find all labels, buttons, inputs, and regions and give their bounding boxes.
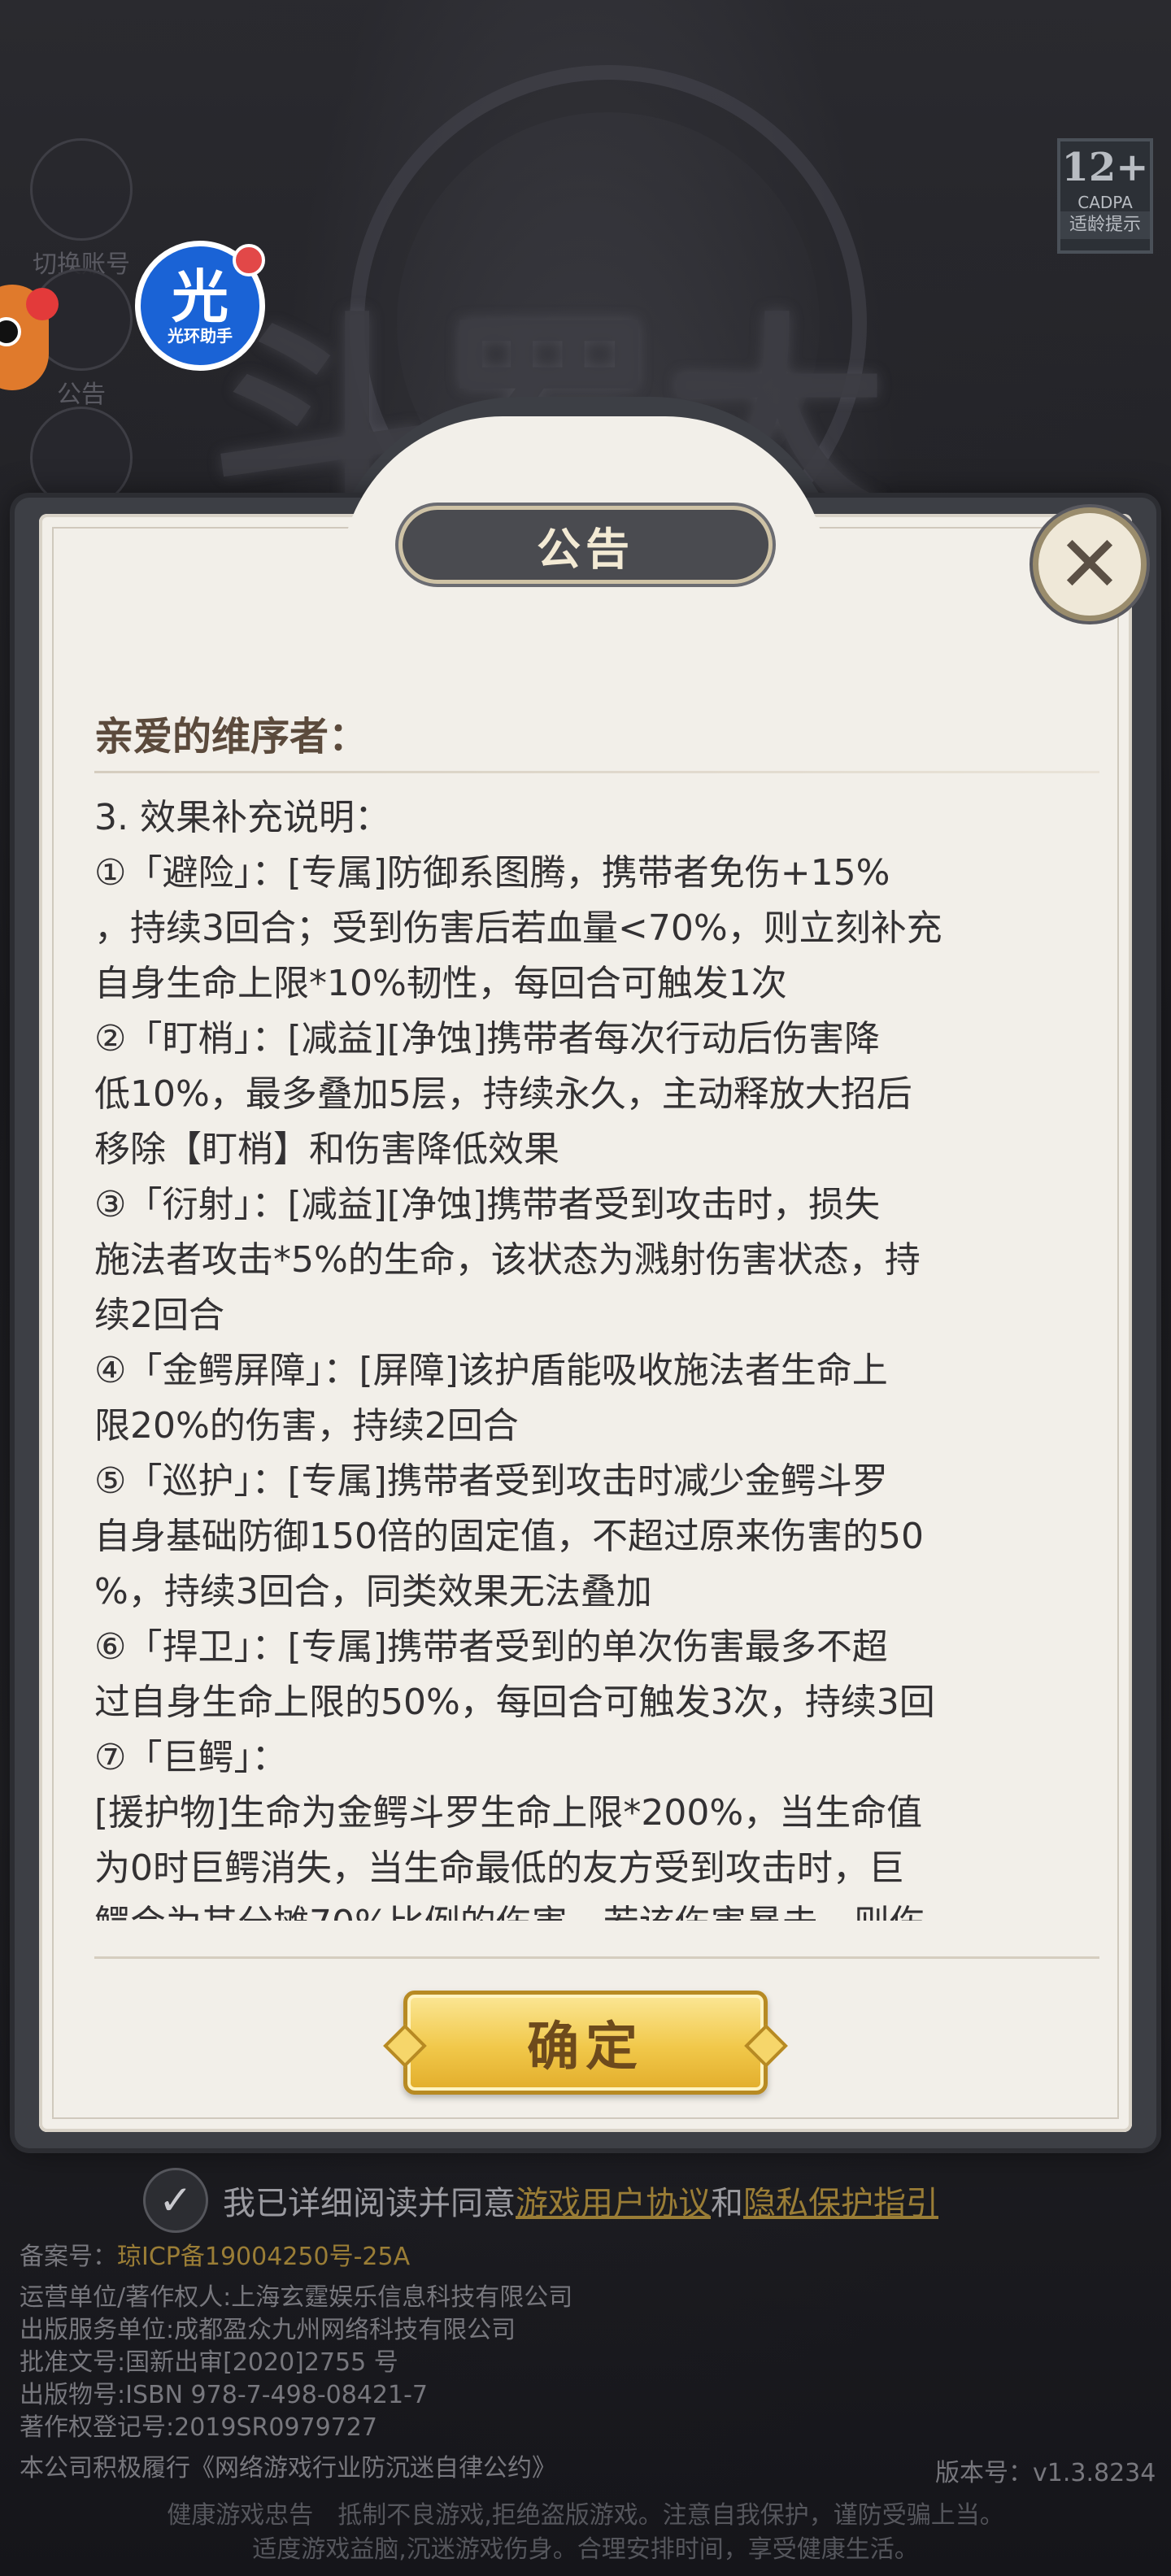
- content-line: ④「金鳄屏障」：[屏障]该护盾能吸收施法者生命上: [94, 1350, 888, 1391]
- close-icon: ✕: [1056, 519, 1123, 610]
- halo-notification-dot: [233, 244, 265, 276]
- icp-value[interactable]: 琼ICP备19004250号-25A: [117, 2243, 410, 2271]
- agreement-row: ✓ 我已详细阅读并同意 游戏用户协议 和 隐私保护指引: [143, 2168, 938, 2233]
- content-line: ①「避险」：[专属]防御系图腾，携带者免伤+15%: [94, 852, 890, 894]
- announcement-label: 公告: [57, 381, 106, 409]
- content-line: ⑤「巡护」：[专属]携带者受到攻击时减少金鳄斗罗: [94, 1460, 888, 1502]
- content-line: 限20%的伤害，持续2回合: [94, 1405, 519, 1447]
- agreement-checkbox[interactable]: ✓: [143, 2168, 208, 2233]
- approval-info: 批准文号:国新出审[2020]2755 号: [20, 2348, 398, 2377]
- age-rating-number: 12+: [1061, 145, 1149, 190]
- confirm-label: 确定: [527, 2017, 644, 2078]
- user-agreement-link[interactable]: 游戏用户协议: [516, 2177, 711, 2224]
- age-rating-org: CADPA: [1077, 193, 1133, 212]
- repair-icon: [30, 407, 133, 509]
- close-button[interactable]: ✕: [1033, 507, 1147, 621]
- divider: [94, 1956, 1099, 1959]
- health-advice-line-2: 适度游戏益脑,沉迷游戏伤身。合理安排时间，享受健康生活。: [252, 2535, 919, 2564]
- content-line: 续2回合: [94, 1295, 224, 1336]
- content-line: 3. 效果补充说明：: [94, 797, 390, 838]
- health-advice-line-1: 健康游戏忠告 抵制不良游戏,拒绝盗版游戏。注意自我保护，谨防受骗上当。: [167, 2501, 1004, 2530]
- content-line: 为0时巨鳄消失，当生命最低的友方受到攻击时，巨: [94, 1847, 904, 1889]
- privacy-policy-link[interactable]: 隐私保护指引: [743, 2177, 938, 2224]
- announcement-content[interactable]: 3. 效果补充说明： ①「避险」：[专属]防御系图腾，携带者免伤+15% ，持续…: [94, 790, 1095, 1921]
- content-line: ，持续3回合；受到伤害后若血量<70%，则立刻补充: [94, 907, 942, 949]
- content-line: ⑥「捍卫」：[专属]携带者受到的单次伤害最多不超: [94, 1626, 888, 1668]
- content-line: [援护物]生命为金鳄斗罗生命上限*200%，当生命值: [94, 1792, 923, 1834]
- halo-label: 光环助手: [168, 326, 233, 346]
- halo-glyph: 光: [172, 263, 229, 330]
- user-switch-icon: [30, 138, 133, 241]
- copyright-info: 著作权登记号:2019SR0979727: [20, 2413, 377, 2442]
- content-line: ③「衍射」：[减益][净蚀]携带者受到攻击时，损失: [94, 1184, 881, 1225]
- icp-record: 备案号：琼ICP备19004250号-25A: [20, 2241, 410, 2274]
- age-rating-tip: 适龄提示: [1060, 211, 1150, 239]
- agreement-prefix: 我已详细阅读并同意: [223, 2185, 516, 2222]
- agreement-and: 和: [711, 2185, 743, 2222]
- content-line: ②「盯梢」：[减益][净蚀]携带者每次行动后伤害降: [94, 1018, 881, 1060]
- age-rating-badge[interactable]: 12+ CADPA 适龄提示: [1057, 138, 1153, 254]
- publisher-info: 出版服务单位:成都盈众九州网络科技有限公司: [20, 2316, 516, 2344]
- content-line: 自身生命上限*10%韧性，每回合可触发1次: [94, 963, 787, 1004]
- isbn-info: 出版物号:ISBN 978-7-498-08421-7: [20, 2381, 428, 2409]
- version-label: 版本号：v1.3.8234: [935, 2459, 1156, 2487]
- content-line: 自身基础防御150倍的固定值，不超过原来伤害的50: [94, 1516, 924, 1557]
- content-line: 低10%，最多叠加5层，持续永久，主动释放大招后: [94, 1073, 912, 1115]
- confirm-button[interactable]: 确定: [403, 1991, 768, 2095]
- mascot-eye: [0, 317, 21, 346]
- divider: [94, 771, 1099, 773]
- dialog-title: 公告: [398, 506, 773, 584]
- switch-account-button[interactable]: 切换账号: [24, 138, 138, 280]
- content-line: 施法者攻击*5%的生命，该状态为溅射伤害状态，持: [94, 1239, 921, 1281]
- content-line: ⑦「巨鳄」：: [94, 1737, 288, 1778]
- content-line: 鳄会为其分摊70%比例的伤害，若该伤害暴击，则伤: [94, 1896, 1095, 1921]
- content-line: 过自身生命上限的50%，每回合可触发3次，持续3回: [94, 1682, 935, 1723]
- mascot-notification-dot: [26, 288, 59, 320]
- content-line: %，持续3回合，同类效果无法叠加: [94, 1571, 652, 1612]
- pledge-info: 本公司积极履行《网络游戏行业防沉迷自律公约》: [20, 2454, 556, 2482]
- content-line: 移除【盯梢】和伤害降低效果: [94, 1129, 559, 1170]
- check-icon: ✓: [159, 2177, 193, 2224]
- icp-label: 备案号：: [20, 2243, 117, 2271]
- operator-info: 运营单位/著作权人:上海玄霆娱乐信息科技有限公司: [20, 2283, 573, 2312]
- greeting: 亲爱的维序者：: [94, 714, 368, 759]
